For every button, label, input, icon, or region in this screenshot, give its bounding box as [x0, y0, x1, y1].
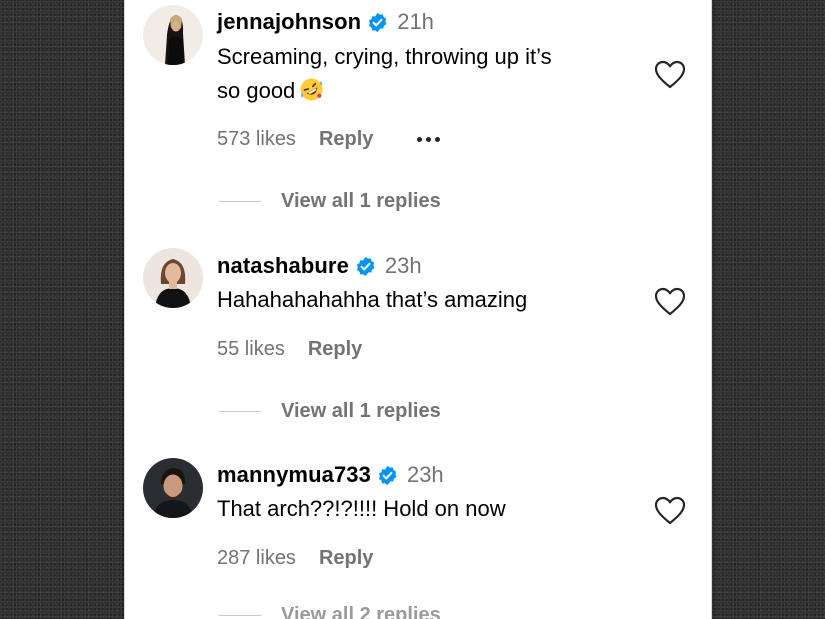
- username[interactable]: natashabure: [217, 253, 349, 279]
- verified-badge-icon: [367, 12, 388, 33]
- likes-count[interactable]: 573 likes: [217, 128, 296, 151]
- comment-text: Hahahahahahha that’s amazing: [217, 287, 528, 312]
- view-replies-button[interactable]: View all 1 replies: [219, 190, 441, 213]
- view-replies-button[interactable]: View all 2 replies: [219, 604, 441, 619]
- avatar[interactable]: [143, 458, 203, 518]
- reply-button[interactable]: Reply: [319, 547, 373, 570]
- like-heart-icon[interactable]: [654, 496, 686, 526]
- reply-button[interactable]: Reply: [319, 128, 373, 151]
- comment-text-wrap: Screaming, crying, throwing up it’s so g…: [217, 40, 637, 108]
- likes-count[interactable]: 55 likes: [217, 338, 285, 361]
- like-heart-icon[interactable]: [654, 287, 686, 317]
- divider-line: [219, 615, 261, 616]
- comment-text: That arch??!?!!!! Hold on now: [217, 496, 506, 521]
- view-replies-label: View all 1 replies: [281, 400, 441, 422]
- view-replies-button[interactable]: View all 1 replies: [219, 400, 441, 423]
- reply-button[interactable]: Reply: [308, 338, 362, 361]
- verified-badge-icon: [355, 256, 376, 277]
- timestamp: 23h: [384, 253, 422, 278]
- divider-line: [219, 201, 261, 202]
- username[interactable]: mannymua733: [217, 462, 371, 488]
- comment-text: Screaming, crying, throwing up it’s so g…: [217, 44, 552, 103]
- like-heart-icon[interactable]: [654, 60, 686, 90]
- divider-line: [219, 411, 261, 412]
- avatar[interactable]: [143, 248, 203, 308]
- username[interactable]: jennajohnson: [217, 9, 361, 35]
- avatar[interactable]: [143, 5, 203, 65]
- likes-count[interactable]: 287 likes: [217, 547, 296, 570]
- timestamp: 21h: [397, 9, 434, 34]
- verified-badge-icon: [377, 465, 398, 486]
- view-replies-label: View all 2 replies: [281, 604, 441, 619]
- view-replies-label: View all 1 replies: [281, 190, 441, 212]
- more-options-icon[interactable]: [417, 137, 441, 142]
- rolling-on-floor-laughing-emoji-icon: [299, 77, 324, 102]
- comments-panel: jennajohnson 21h Screaming, crying, thro…: [124, 0, 712, 619]
- timestamp: 23h: [406, 462, 444, 487]
